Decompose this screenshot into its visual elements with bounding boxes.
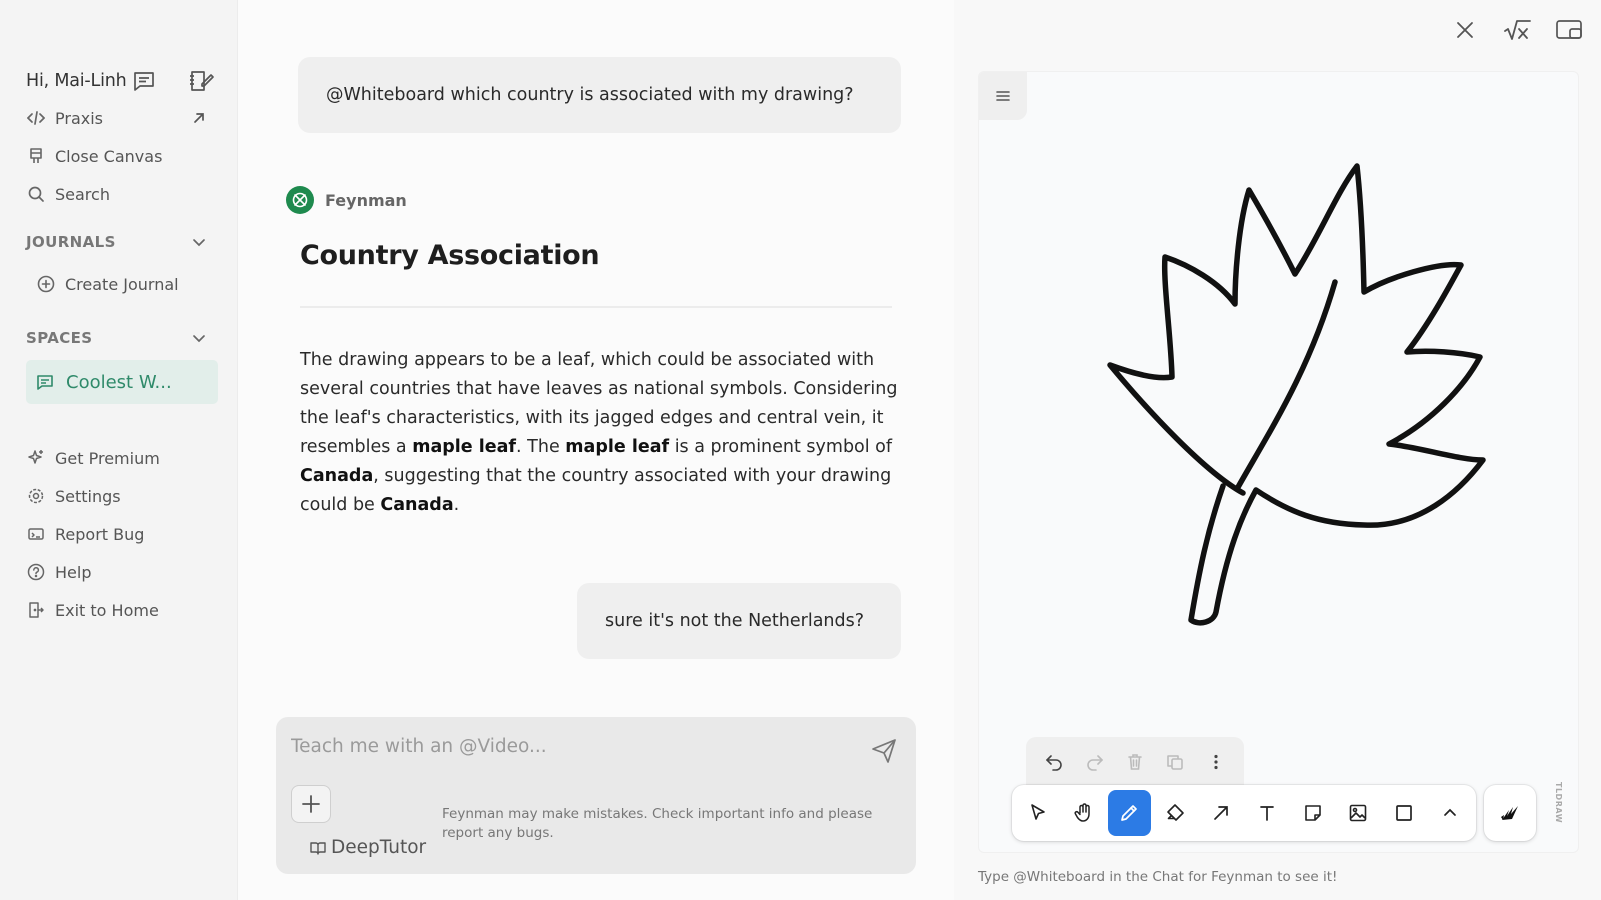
hand-tool-icon[interactable] <box>1062 790 1106 836</box>
chevron-up-icon[interactable] <box>1428 790 1472 836</box>
maple-leaf-drawing <box>1107 163 1486 626</box>
code-icon <box>26 108 46 128</box>
user-message: sure it's not the Netherlands? <box>577 583 901 659</box>
chevron-down-icon <box>190 233 208 251</box>
quick-draw-button[interactable] <box>1484 785 1536 841</box>
image-tool-icon[interactable] <box>1337 790 1381 836</box>
send-icon[interactable] <box>868 735 900 767</box>
sidebar-item-get-premium[interactable]: Get Premium <box>26 441 216 475</box>
redo-icon[interactable] <box>1078 745 1112 779</box>
create-journal-label: Create Journal <box>65 274 179 294</box>
sidebar-item-label: Praxis <box>55 108 103 128</box>
response-emphasis: Canada <box>380 495 454 515</box>
exit-icon <box>26 600 46 620</box>
space-chat-icon <box>36 372 56 392</box>
canvas-icon <box>26 146 46 166</box>
help-icon <box>26 562 46 582</box>
sidebar-item-label: Help <box>55 562 92 582</box>
feynman-avatar-icon <box>286 186 314 214</box>
chat-composer: DeepTutor Feynman may make mistakes. Che… <box>276 717 916 874</box>
undo-icon[interactable] <box>1037 745 1071 779</box>
bug-icon <box>26 524 46 544</box>
sparkle-icon <box>26 448 46 468</box>
picture-in-picture-icon[interactable] <box>1553 14 1585 46</box>
chat-icon[interactable] <box>131 68 157 94</box>
external-link-icon <box>190 109 208 127</box>
sidebar: Hi, Mai-Linh Praxis Close Canvas Search … <box>0 0 238 900</box>
sidebar-item-close-canvas[interactable]: Close Canvas <box>26 139 216 173</box>
sidebar-item-help[interactable]: Help <box>26 555 216 589</box>
response-text: . The <box>516 437 566 457</box>
journals-section-toggle[interactable]: JOURNALS <box>26 229 216 255</box>
deeptutor-mode-button[interactable]: DeepTutor <box>310 837 426 858</box>
sidebar-item-label: Search <box>55 184 110 204</box>
greeting-row: Hi, Mai-Linh <box>26 64 216 98</box>
chevron-down-icon <box>190 329 208 347</box>
eraser-tool-icon[interactable] <box>1153 790 1197 836</box>
note-tool-icon[interactable] <box>1291 790 1335 836</box>
disclaimer-text: Feynman may make mistakes. Check importa… <box>442 806 873 841</box>
space-item-active[interactable]: Coolest W... <box>26 360 218 404</box>
draw-tool-icon[interactable] <box>1107 790 1152 836</box>
sidebar-item-settings[interactable]: Settings <box>26 479 216 513</box>
select-tool-icon[interactable] <box>1016 790 1060 836</box>
assistant-name: Feynman <box>325 190 407 210</box>
greeting: Hi, Mai-Linh <box>26 71 127 91</box>
response-body: The drawing appears to be a leaf, which … <box>300 346 900 520</box>
response-title: Country Association <box>300 240 600 271</box>
spaces-section-toggle[interactable]: SPACES <box>26 325 216 351</box>
trash-icon[interactable] <box>1118 745 1152 779</box>
duplicate-icon[interactable] <box>1158 745 1192 779</box>
sidebar-item-label: Get Premium <box>55 448 160 468</box>
text-tool-icon[interactable] <box>1245 790 1289 836</box>
deeptutor-label: DeepTutor <box>331 837 427 858</box>
sidebar-item-praxis[interactable]: Praxis <box>26 101 216 135</box>
sidebar-item-exit-to-home[interactable]: Exit to Home <box>26 593 216 627</box>
search-icon <box>26 184 46 204</box>
more-options-icon[interactable] <box>1199 745 1233 779</box>
formula-icon[interactable] <box>1501 14 1533 46</box>
response-emphasis: Canada <box>300 466 374 486</box>
space-item-label: Coolest W... <box>66 371 172 393</box>
gear-icon <box>26 486 46 506</box>
new-note-icon[interactable] <box>186 66 216 96</box>
tldraw-brand-mark[interactable]: TLDRAW <box>1554 782 1563 823</box>
assistant-header: Feynman <box>286 186 407 214</box>
tool-toolbar <box>1012 785 1476 841</box>
spaces-heading: SPACES <box>26 329 93 347</box>
sidebar-item-search[interactable]: Search <box>26 177 216 211</box>
sidebar-item-label: Settings <box>55 486 121 506</box>
chat-panel: @Whiteboard which country is associated … <box>238 0 954 900</box>
chat-input[interactable] <box>291 731 851 761</box>
response-emphasis: maple leaf <box>412 437 517 457</box>
scribble-icon <box>1501 806 1518 820</box>
close-icon[interactable] <box>1449 14 1481 46</box>
book-icon <box>310 840 326 856</box>
whiteboard-hint: Type @Whiteboard in the Chat for Feynman… <box>978 869 1338 885</box>
attach-button[interactable] <box>291 785 331 823</box>
response-text: is a prominent symbol of <box>669 437 893 457</box>
whiteboard-panel: TLDRAW Type @Whiteboard in the Chat for … <box>954 0 1601 900</box>
mini-toolbar <box>1026 737 1244 787</box>
sidebar-item-label: Report Bug <box>55 524 145 544</box>
whiteboard-canvas[interactable]: TLDRAW <box>978 71 1579 853</box>
sidebar-item-label: Exit to Home <box>55 600 159 620</box>
create-journal-button[interactable]: Create Journal <box>36 267 226 301</box>
response-text: . <box>453 495 460 515</box>
sidebar-item-label: Close Canvas <box>55 146 163 166</box>
user-message: @Whiteboard which country is associated … <box>298 57 901 133</box>
response-emphasis: maple leaf <box>565 437 670 457</box>
rectangle-tool-icon[interactable] <box>1382 790 1426 836</box>
response-divider <box>300 306 892 308</box>
sidebar-item-report-bug[interactable]: Report Bug <box>26 517 216 551</box>
panel-actions <box>1449 14 1585 46</box>
arrow-tool-icon[interactable] <box>1199 790 1243 836</box>
plus-circle-icon <box>36 274 56 294</box>
journals-heading: JOURNALS <box>26 233 116 251</box>
